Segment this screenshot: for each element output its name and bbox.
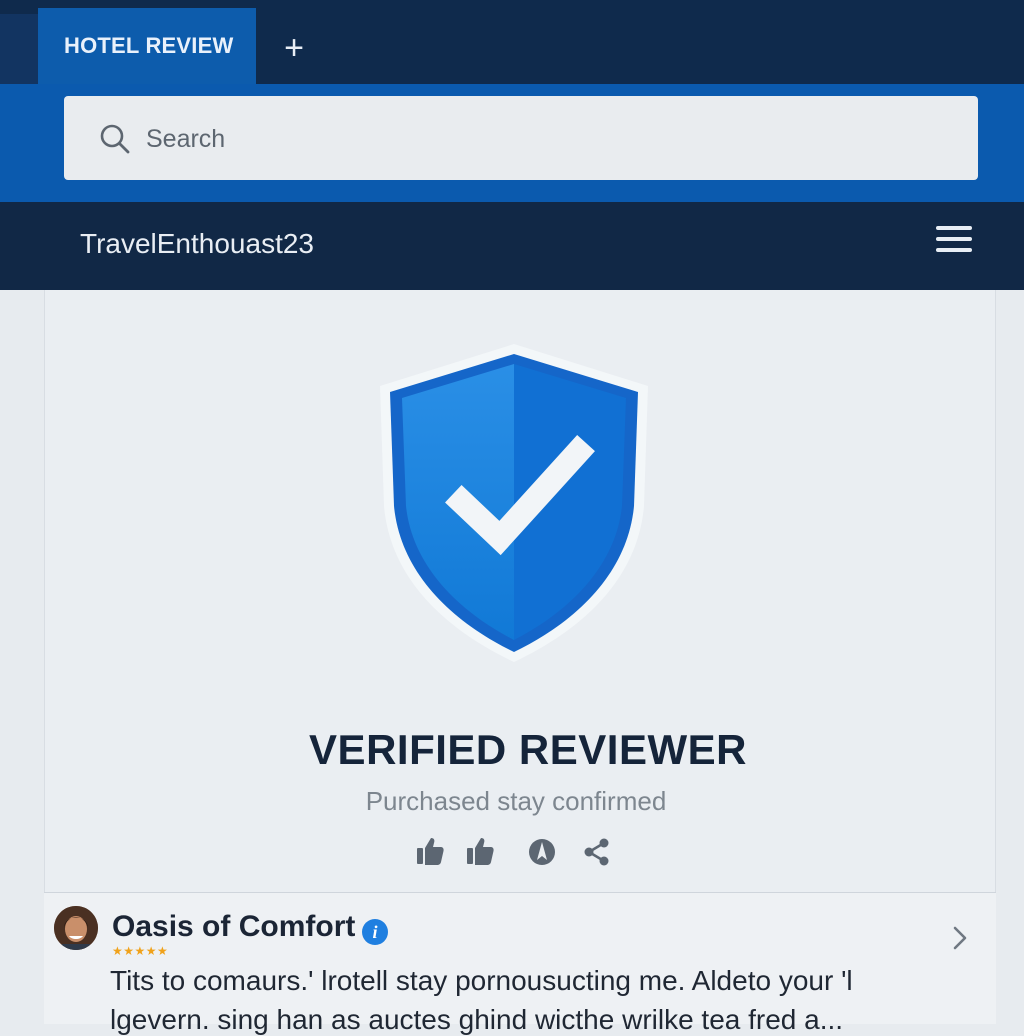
verified-title: VERIFIED REVIEWER bbox=[309, 726, 747, 773]
thumbs-up-icon[interactable] bbox=[464, 834, 496, 868]
username[interactable]: TravelEnthouast23 bbox=[80, 228, 314, 260]
plus-icon: + bbox=[284, 29, 304, 67]
share-icon[interactable] bbox=[580, 834, 612, 868]
action-row bbox=[0, 834, 1024, 874]
review-text-line: Tits to comaurs.' lrotell stay pornousuc… bbox=[110, 965, 853, 996]
hotel-name[interactable]: Oasis of Comfort bbox=[112, 910, 355, 944]
user-bar: TravelEnthouast23 bbox=[0, 202, 1024, 290]
hamburger-menu-icon[interactable] bbox=[936, 226, 972, 256]
search-box[interactable] bbox=[64, 96, 978, 180]
tab-label: HOTEL REVIEW bbox=[64, 33, 234, 58]
thumbs-up-icon[interactable] bbox=[414, 834, 446, 868]
chevron-right-icon[interactable] bbox=[950, 924, 970, 952]
compass-icon[interactable] bbox=[526, 834, 558, 868]
search-band bbox=[0, 84, 1024, 202]
verified-subtitle: Purchased stay confirmed bbox=[365, 786, 667, 816]
review-text-line: lgevern. sing han as auctes ghind wicthe… bbox=[110, 1004, 844, 1035]
avatar[interactable] bbox=[54, 906, 98, 950]
shield-check-icon bbox=[380, 344, 648, 662]
star-rating: ★★★★★ bbox=[112, 944, 169, 958]
search-icon bbox=[100, 124, 130, 154]
new-tab-button[interactable]: + bbox=[276, 28, 312, 68]
tab-left-strip bbox=[0, 14, 38, 84]
info-icon[interactable]: i bbox=[362, 919, 388, 945]
tab-hotel-review[interactable]: HOTEL REVIEW bbox=[38, 8, 256, 84]
search-input[interactable] bbox=[146, 116, 946, 162]
tab-bar: HOTEL REVIEW + bbox=[0, 0, 1024, 84]
